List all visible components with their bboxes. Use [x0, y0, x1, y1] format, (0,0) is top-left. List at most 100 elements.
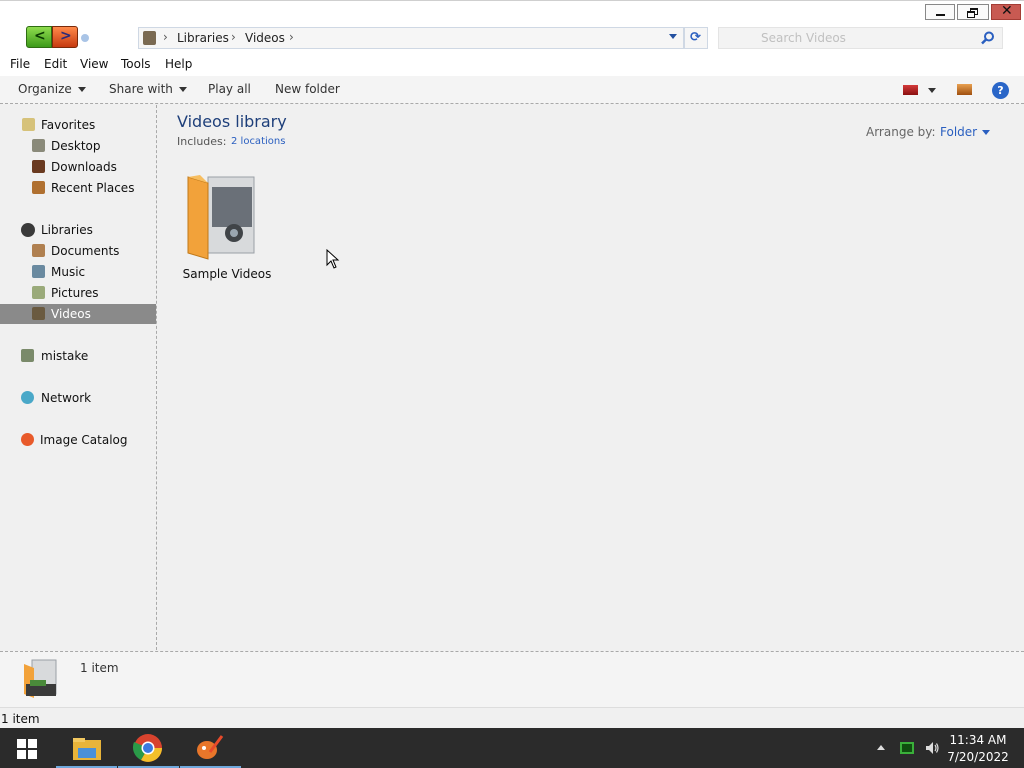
sidebar-label: Favorites	[41, 118, 96, 132]
homegroup-icon	[21, 349, 34, 362]
recent-pages-button[interactable]	[81, 34, 89, 42]
breadcrumb-separator-icon[interactable]: ›	[163, 30, 168, 44]
sidebar-label: Image Catalog	[40, 433, 128, 447]
taskbar: 11:34 AM 7/20/2022	[0, 728, 1024, 768]
forward-button[interactable]: >	[52, 26, 78, 48]
star-icon	[22, 118, 35, 131]
sidebar-label: mistake	[41, 349, 89, 363]
share-with-button[interactable]: Share with	[109, 82, 187, 96]
desktop-icon	[32, 139, 45, 152]
sidebar-item-music[interactable]: Music	[0, 262, 156, 282]
address-bar[interactable]: › Libraries › Videos ›	[138, 27, 684, 49]
preview-pane-icon[interactable]	[957, 84, 972, 95]
search-icon[interactable]	[981, 31, 995, 45]
close-button[interactable]: ✕	[991, 3, 1021, 20]
sidebar-label: Music	[51, 265, 86, 279]
navigation-pane: Favorites Desktop Downloads Recent Place…	[0, 105, 157, 650]
sidebar-label: Downloads	[51, 160, 117, 174]
menu-view[interactable]: View	[80, 57, 108, 71]
back-arrow-icon: <	[34, 28, 46, 44]
address-dropdown-icon[interactable]	[669, 34, 677, 39]
network-icon	[21, 391, 34, 404]
menu-help[interactable]: Help	[165, 57, 192, 71]
help-icon[interactable]: ?	[992, 82, 1009, 99]
taskbar-chrome[interactable]	[118, 728, 179, 768]
start-button[interactable]	[0, 728, 54, 768]
sidebar-item-pictures[interactable]: Pictures	[0, 283, 156, 303]
view-options-chevron-icon[interactable]	[928, 88, 936, 93]
sidebar-label: Recent Places	[51, 181, 135, 195]
windows-logo-pane	[28, 739, 37, 748]
sidebar-item-libraries[interactable]: Libraries	[0, 220, 156, 240]
recent-places-icon	[32, 181, 45, 194]
status-bar: 1 item	[0, 707, 1024, 728]
sidebar-label: Network	[41, 391, 92, 405]
breadcrumb-separator-icon[interactable]: ›	[231, 30, 236, 44]
minimize-button[interactable]	[925, 4, 955, 20]
file-explorer-icon	[73, 738, 101, 760]
windows-logo-pane	[28, 750, 37, 759]
restore-button[interactable]	[957, 4, 989, 20]
new-folder-button[interactable]: New folder	[275, 82, 340, 96]
arrange-by-value: Folder	[940, 125, 978, 139]
organize-label: Organize	[18, 82, 72, 96]
sidebar-label: Videos	[51, 307, 91, 321]
mouse-pointer-icon	[326, 249, 340, 269]
show-hidden-icons-icon[interactable]	[877, 745, 885, 750]
menu-file[interactable]: File	[10, 57, 30, 71]
clock-date: 7/20/2022	[947, 750, 1009, 764]
folder-label: Sample Videos	[182, 267, 272, 281]
includes-locations-link[interactable]: 2 locations	[231, 136, 285, 147]
folder-item-sample-videos[interactable]: Sample Videos	[182, 173, 272, 283]
sidebar-item-favorites[interactable]: Favorites	[0, 115, 156, 135]
sidebar-label: Desktop	[51, 139, 101, 153]
change-view-icon[interactable]	[903, 85, 918, 95]
details-item-count: 1 item	[80, 661, 119, 675]
sidebar-item-documents[interactable]: Documents	[0, 241, 156, 261]
search-input[interactable]	[761, 28, 971, 48]
sidebar-item-downloads[interactable]: Downloads	[0, 157, 156, 177]
chevron-down-icon	[77, 87, 86, 92]
sidebar-item-recent-places[interactable]: Recent Places	[0, 178, 156, 198]
video-folder-icon	[187, 175, 255, 260]
sidebar-label: Pictures	[51, 286, 99, 300]
breadcrumb-videos[interactable]: Videos	[245, 31, 285, 45]
close-icon: ✕	[1001, 3, 1013, 19]
clock-time: 11:34 AM	[949, 733, 1007, 747]
image-catalog-icon	[21, 433, 34, 446]
includes-label: Includes:	[177, 135, 227, 148]
breadcrumb-libraries[interactable]: Libraries	[177, 31, 229, 45]
sidebar-item-videos[interactable]: Videos	[0, 304, 156, 324]
pictures-icon	[32, 286, 45, 299]
menu-edit[interactable]: Edit	[44, 57, 67, 71]
windows-logo-pane	[17, 750, 26, 759]
sidebar-item-homegroup[interactable]: mistake	[0, 346, 156, 366]
taskbar-file-explorer[interactable]	[56, 728, 117, 768]
sidebar-label: Documents	[51, 244, 120, 258]
breadcrumb-separator-icon[interactable]: ›	[289, 30, 294, 44]
forward-arrow-icon: >	[60, 28, 72, 44]
volume-icon[interactable]	[924, 740, 940, 756]
arrange-by-dropdown[interactable]: Folder	[940, 125, 991, 139]
sidebar-item-image-catalog[interactable]: Image Catalog	[0, 430, 156, 450]
play-all-button[interactable]: Play all	[208, 82, 251, 96]
menu-tools[interactable]: Tools	[121, 57, 151, 71]
network-status-icon[interactable]	[900, 742, 914, 754]
sidebar-item-desktop[interactable]: Desktop	[0, 136, 156, 156]
back-button[interactable]: <	[26, 26, 52, 48]
organize-button[interactable]: Organize	[18, 82, 86, 96]
paint-icon	[197, 735, 224, 759]
refresh-button[interactable]: ⟳	[684, 27, 708, 49]
search-box[interactable]	[718, 27, 1003, 49]
content-pane[interactable]: Videos library Includes: 2 locations Arr…	[158, 105, 1024, 650]
sidebar-label: Libraries	[41, 223, 93, 237]
chevron-down-icon	[178, 87, 187, 92]
chevron-down-icon	[982, 130, 991, 135]
sidebar-item-network[interactable]: Network	[0, 388, 156, 408]
chrome-icon	[132, 734, 162, 762]
command-bar: Organize Share with Play all New folder …	[0, 76, 1024, 104]
share-with-label: Share with	[109, 82, 173, 96]
navigation-bar: < > › Libraries › Videos › ⟳	[0, 22, 1024, 55]
libraries-icon	[21, 223, 35, 237]
taskbar-paint[interactable]	[180, 728, 241, 768]
